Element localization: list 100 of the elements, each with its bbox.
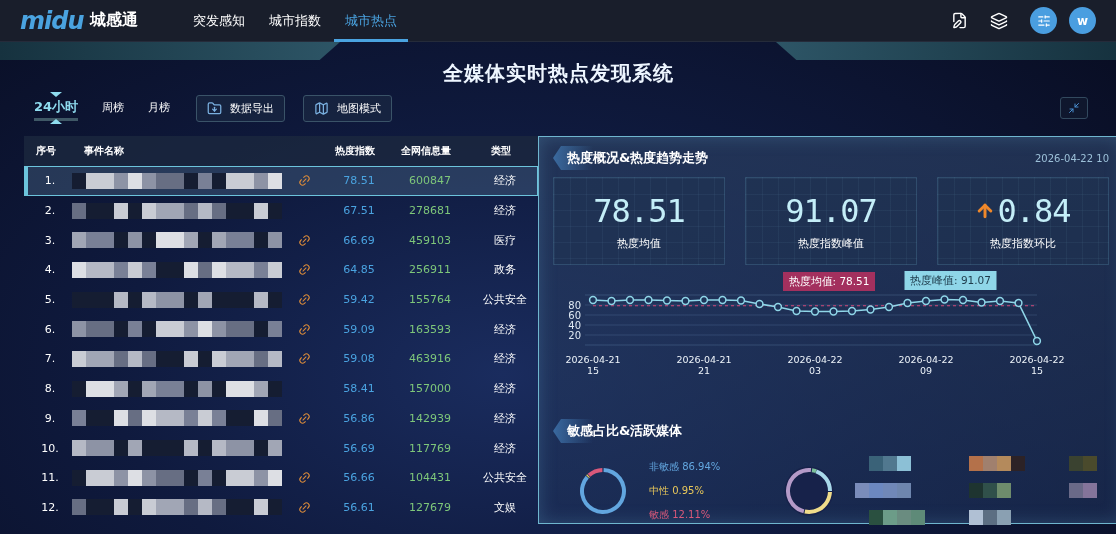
action-button[interactable]: 数据导出: [196, 94, 286, 122]
row-number: 5.: [43, 293, 57, 307]
table-row[interactable]: 9. 56.86 142939 经济: [24, 403, 538, 434]
row-number: 2.: [43, 204, 57, 218]
column-header: 类型: [490, 144, 512, 158]
axis-label: 2026-04-22 03: [787, 354, 843, 376]
event-type: 经济: [493, 173, 517, 189]
period-tab[interactable]: 周榜: [102, 93, 125, 123]
column-header: 序号: [35, 144, 57, 158]
section-title: 敏感占比&活跃媒体: [553, 419, 683, 443]
heat-index: 56.69: [342, 441, 376, 455]
nav-tab[interactable]: 突发感知: [181, 0, 256, 42]
row-number: 9.: [43, 411, 57, 425]
axis-label: 20: [568, 329, 581, 341]
axis-label: 2026-04-22 15: [1009, 354, 1065, 376]
heat-index: 59.42: [342, 293, 376, 307]
row-number: 7.: [43, 352, 57, 366]
axis-label: 2026-04-22 09: [898, 354, 954, 376]
data-point: [662, 296, 672, 305]
data-point: [588, 295, 598, 305]
logo: midu: [20, 6, 84, 35]
data-point: [755, 299, 764, 309]
row-number: 8.: [43, 382, 57, 396]
heat-index: 59.08: [342, 352, 376, 366]
message-volume: 157000: [408, 382, 452, 396]
event-type: 文娱: [493, 499, 517, 515]
row-number: 3.: [43, 233, 57, 247]
event-type: 公共安全: [482, 292, 528, 308]
stat-label: 热度指数环比: [990, 235, 1056, 251]
period-tab[interactable]: 24小时: [34, 92, 79, 124]
axis-label: 2026-04-21 15: [565, 354, 621, 376]
nav-tab[interactable]: 城市热点: [333, 0, 408, 42]
data-point: [866, 305, 875, 314]
nav-tab[interactable]: 城市指数: [257, 0, 332, 42]
table-row[interactable]: 1. 78.51 600847 经济: [24, 166, 538, 196]
message-volume: 155764: [408, 293, 452, 307]
peak-label: 热度峰值: 91.07: [904, 271, 997, 290]
event-type: 医疗: [493, 232, 517, 248]
legend-label: 非敏感 86.94%: [649, 460, 722, 474]
data-point: [718, 295, 727, 305]
table-row[interactable]: 7. 59.08 463916 经济: [24, 344, 538, 374]
axis-label: 40: [568, 319, 581, 331]
ring-chart-drawing: [783, 465, 835, 517]
map-icon: [314, 100, 330, 116]
legend-label: 中性 0.95%: [649, 484, 705, 498]
data-point: [1014, 298, 1023, 308]
stat-label: 热度指数峰值: [798, 235, 864, 251]
stat-value: 0.84: [997, 191, 1071, 230]
row-number: 10.: [40, 441, 60, 455]
table-row[interactable]: 11. 56.66 104431 公共安全: [24, 462, 538, 493]
axis-label: 60: [568, 309, 581, 321]
data-point: [681, 296, 690, 306]
data-point: [995, 296, 1005, 306]
collapse-icon: [1068, 102, 1080, 114]
row-number: 4.: [43, 263, 57, 277]
data-point: [940, 295, 949, 304]
table-row[interactable]: 12. 56.61 127679 文娱: [24, 492, 538, 523]
period-tab[interactable]: 月榜: [148, 93, 171, 123]
data-point: [773, 302, 783, 312]
action-button[interactable]: 地图模式: [303, 94, 393, 122]
event-type: 公共安全: [482, 470, 528, 486]
folder-download-icon: [207, 100, 223, 116]
legend-label: 敏感 12.11%: [649, 508, 712, 522]
table-row[interactable]: 10. 56.69 117769 经济: [24, 433, 538, 463]
data-point: [903, 298, 912, 308]
table-row[interactable]: 3. 66.69 459103 医疗: [24, 225, 538, 256]
document-edit-icon[interactable]: [951, 12, 968, 29]
heat-index: 59.09: [342, 322, 376, 336]
sliders-button[interactable]: [1030, 7, 1057, 34]
message-volume: 142939: [408, 411, 452, 425]
layers-icon[interactable]: [990, 11, 1008, 30]
data-point: [1032, 336, 1042, 346]
table-row[interactable]: 4. 64.85 256911 政务: [24, 255, 538, 285]
table-row[interactable]: 5. 59.42 155764 公共安全: [24, 284, 538, 315]
stat-value: 78.51: [593, 191, 685, 230]
table-row[interactable]: 8. 58.41 157000 经济: [24, 373, 538, 404]
data-point: [644, 295, 653, 305]
data-point: [884, 302, 894, 312]
sliders-icon: [1036, 13, 1051, 28]
column-header: 热度指数: [334, 144, 376, 158]
row-number: 1.: [43, 174, 57, 188]
collapse-button[interactable]: [1060, 97, 1088, 119]
column-header: 事件名称: [83, 144, 125, 158]
data-point: [792, 306, 801, 316]
section-title: 热度概况&热度趋势走势: [553, 146, 709, 170]
message-volume: 163593: [408, 322, 452, 336]
table-row[interactable]: 2. 67.51 278681 经济: [24, 195, 538, 226]
row-number: 12.: [40, 500, 60, 514]
timestamp: 2026-04-22 10: [1034, 152, 1109, 164]
data-point: [977, 298, 986, 307]
row-number: 6.: [43, 322, 57, 336]
heat-index: 56.66: [342, 471, 376, 485]
table-row[interactable]: 6. 59.09 163593 经济: [24, 314, 538, 345]
message-volume: 256911: [408, 263, 452, 277]
column-header: 全网信息量: [400, 144, 452, 158]
page-title: 全媒体实时热点发现系统: [442, 59, 674, 87]
donut-chart-drawing: [577, 465, 629, 517]
event-type: 政务: [493, 262, 517, 278]
heat-index: 66.69: [342, 233, 376, 247]
data-point: [736, 296, 746, 305]
